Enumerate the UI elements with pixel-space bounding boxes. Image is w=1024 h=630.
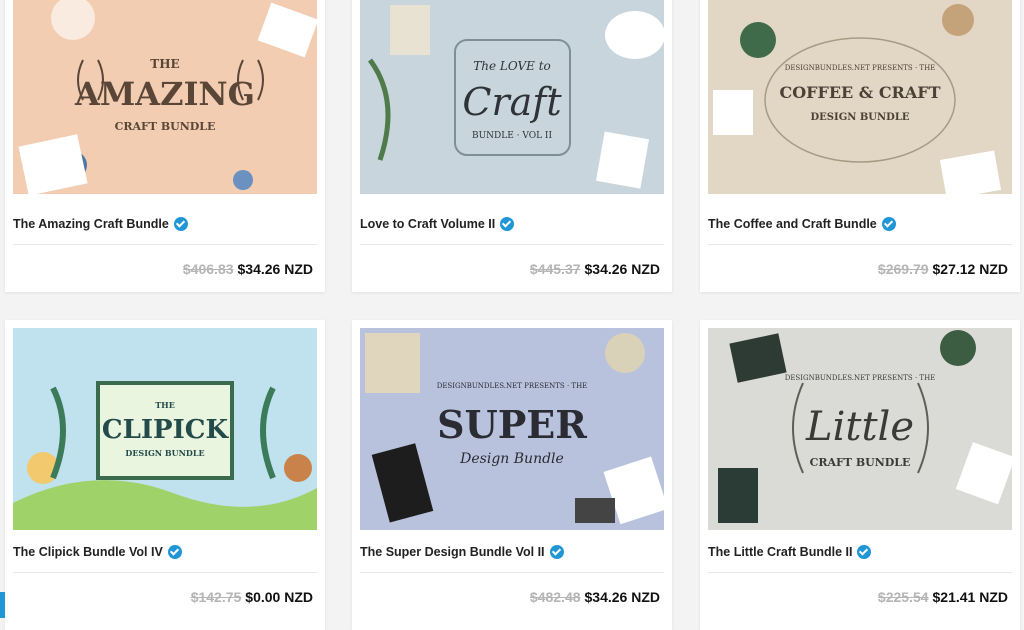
sale-price: $27.12 NZD — [932, 261, 1008, 277]
feedback-tab[interactable] — [0, 592, 5, 618]
divider — [13, 244, 317, 245]
product-title[interactable]: The Amazing Craft Bundle — [13, 217, 169, 231]
verified-badge-icon — [167, 545, 182, 559]
art-line3: DESIGN BUNDLE — [125, 448, 204, 458]
verified-badge-icon — [881, 217, 896, 231]
art-line1: The LOVE to — [473, 59, 551, 73]
product-thumbnail[interactable]: The LOVE to Craft BUNDLE · VOL II — [360, 0, 664, 194]
verified-badge-icon — [549, 545, 564, 559]
product-title[interactable]: The Coffee and Craft Bundle — [708, 217, 877, 231]
art-line2: AMAZING — [74, 75, 255, 113]
sale-price: $0.00 NZD — [245, 589, 313, 605]
divider — [360, 244, 664, 245]
sale-price: $34.26 NZD — [584, 261, 660, 277]
art-line1: THE — [150, 57, 179, 71]
product-thumbnail[interactable]: DESIGNBUNDLES.NET PRESENTS · THE COFFEE … — [708, 0, 1012, 194]
art-line1: THE — [155, 400, 175, 410]
original-price: $142.75 — [190, 589, 242, 605]
art-line3: CRAFT BUNDLE — [810, 456, 911, 469]
art-line3: BUNDLE · VOL II — [472, 131, 553, 141]
original-price: $482.48 — [529, 589, 581, 605]
art-line2: SUPER — [437, 402, 587, 447]
product-thumbnail[interactable]: DESIGNBUNDLES.NET PRESENTS · THE SUPER D… — [360, 328, 664, 530]
art-line2: CLIPICK — [102, 415, 230, 445]
original-price: $406.83 — [182, 261, 234, 277]
art-line3: CRAFT BUNDLE — [115, 120, 216, 133]
divider — [360, 572, 664, 573]
product-card[interactable]: DESIGNBUNDLES.NET PRESENTS · THE COFFEE … — [700, 0, 1020, 292]
verified-badge-icon — [173, 217, 188, 231]
divider — [708, 244, 1012, 245]
product-card[interactable]: THE AMAZING CRAFT BUNDLE The Amazing Cra… — [5, 0, 325, 292]
divider — [708, 572, 1012, 573]
sale-price: $34.26 NZD — [584, 589, 660, 605]
product-card[interactable]: DESIGNBUNDLES.NET PRESENTS · THE Little … — [700, 320, 1020, 630]
art-line2: COFFEE & CRAFT — [779, 83, 940, 102]
product-card[interactable]: The LOVE to Craft BUNDLE · VOL II Love t… — [352, 0, 672, 292]
art-line1: DESIGNBUNDLES.NET PRESENTS · THE — [785, 64, 936, 72]
product-title[interactable]: The Clipick Bundle Vol IV — [13, 545, 163, 559]
product-thumbnail[interactable]: THE CLIPICK DESIGN BUNDLE — [13, 328, 317, 530]
product-title[interactable]: The Little Craft Bundle II — [708, 545, 852, 559]
art-line1: DESIGNBUNDLES.NET PRESENTS · THE — [785, 374, 936, 382]
original-price: $225.54 — [877, 589, 929, 605]
original-price: $269.79 — [877, 261, 929, 277]
product-thumbnail[interactable]: THE AMAZING CRAFT BUNDLE — [13, 0, 317, 194]
art-line3: Design Bundle — [459, 451, 564, 467]
art-line2: Little — [805, 404, 914, 450]
verified-badge-icon — [500, 217, 515, 231]
product-title[interactable]: Love to Craft Volume II — [360, 217, 495, 231]
sale-price: $34.26 NZD — [237, 261, 313, 277]
product-card[interactable]: THE CLIPICK DESIGN BUNDLE The Clipick Bu… — [5, 320, 325, 630]
product-thumbnail[interactable]: DESIGNBUNDLES.NET PRESENTS · THE Little … — [708, 328, 1012, 530]
divider — [13, 572, 317, 573]
original-price: $445.37 — [529, 261, 581, 277]
art-line2: Craft — [462, 80, 562, 124]
verified-badge-icon — [857, 545, 872, 559]
sale-price: $21.41 NZD — [932, 589, 1008, 605]
art-line1: DESIGNBUNDLES.NET PRESENTS · THE — [437, 382, 588, 390]
art-line3: DESIGN BUNDLE — [811, 112, 910, 123]
product-title[interactable]: The Super Design Bundle Vol II — [360, 545, 545, 559]
product-card[interactable]: DESIGNBUNDLES.NET PRESENTS · THE SUPER D… — [352, 320, 672, 630]
